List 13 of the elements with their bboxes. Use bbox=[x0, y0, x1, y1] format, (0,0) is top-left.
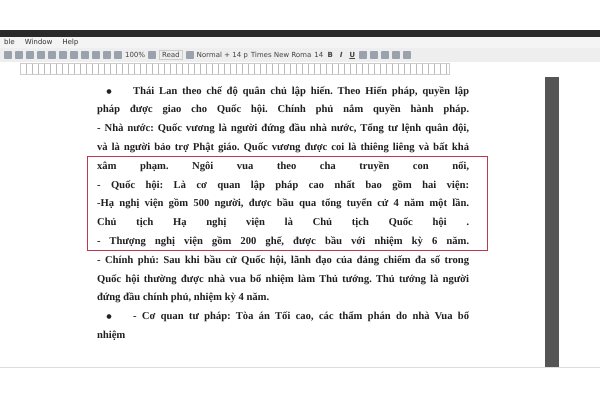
text-line: Quốc hội thường được nhà vua bổ nhiệm làm Thủ tướng. Thủ tướng là người bbox=[97, 274, 469, 285]
text-line: đứng đầu chính phủ, nhiệm kỳ 4 năm. bbox=[97, 292, 270, 304]
text-line: - Quốc hội: Là cơ quan lập pháp cao nhất bao gồm hai viện: bbox=[97, 180, 469, 191]
text-line: Chủ tịch Hạ nghị viện là Chủ tịch Quốc hội . bbox=[97, 216, 469, 228]
text-line: - Chính phủ: Sau khi bầu cử Quốc hội, lãnh đạo của đảng chiếm đa số trong bbox=[97, 255, 469, 266]
text-line: -Hạ nghị viện gồm 500 người, được bầu qua tổng tuyển cử 4 năm một lần. bbox=[97, 198, 469, 210]
text-line: và là người bảo trợ Phật giáo. Quốc vương được coi là thiêng liêng và bất khả bbox=[97, 142, 469, 153]
text-line: - Thượng nghị viện gồm 200 ghế, được bầu với nhiệm kỳ 6 năm. bbox=[97, 236, 469, 247]
text-line: - Nhà nước: Quốc vương là người đứng đầu nhà nước, Tổng tư lệnh quân đội, bbox=[97, 122, 469, 134]
scrollbar[interactable] bbox=[545, 77, 559, 367]
text-line: nhiệm bbox=[97, 330, 126, 341]
text-line: xâm phạm. Ngôi vua theo cha truyền con nối, bbox=[97, 161, 469, 172]
text-line: pháp được giao cho Quốc hội. Chính phủ nắm quyền hành pháp. bbox=[97, 104, 469, 116]
